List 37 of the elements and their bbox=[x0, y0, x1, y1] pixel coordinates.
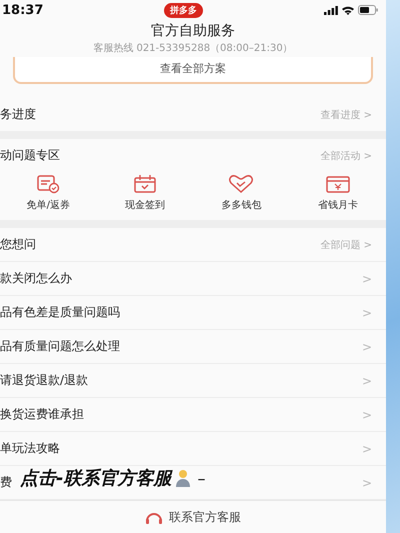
question-text[interactable]: 品有质量问题怎么处理 bbox=[0, 338, 120, 356]
calendar-icon bbox=[132, 174, 157, 194]
battery-icon bbox=[358, 5, 378, 16]
card-icon bbox=[324, 174, 351, 194]
signal-icon bbox=[324, 6, 338, 15]
app-badge: 拼多多 bbox=[164, 2, 204, 18]
question-text[interactable]: 品有色差是质量问题吗 bbox=[0, 304, 120, 322]
page-title: 官方自助服务 bbox=[151, 22, 235, 40]
caption-dash: – bbox=[197, 468, 206, 488]
question-text[interactable]: 款关闭怎么办 bbox=[0, 270, 72, 288]
caption-text: 点击-联系官方客服 bbox=[20, 467, 172, 490]
status-time: 18:37 bbox=[2, 2, 44, 18]
section-title: 您想问 bbox=[0, 236, 36, 254]
question-text[interactable]: 单玩法攻略 bbox=[0, 440, 60, 458]
section-title: 动问题专区 bbox=[0, 147, 60, 164]
activity-label[interactable]: 多多钱包 bbox=[221, 198, 262, 212]
chevron-icon: > bbox=[362, 374, 372, 388]
chevron-icon: > bbox=[362, 408, 372, 422]
question-text[interactable]: 换货运费谁承担 bbox=[0, 406, 84, 424]
chevron-icon: > bbox=[362, 442, 372, 456]
chevron-icon: > bbox=[362, 340, 372, 354]
section-title: 务进度 bbox=[0, 106, 36, 124]
chevron-icon: > bbox=[362, 476, 372, 490]
question-text[interactable]: 费 bbox=[0, 474, 12, 492]
heart-icon bbox=[228, 174, 254, 194]
chevron-icon: > bbox=[362, 306, 372, 320]
chevron-icon: > bbox=[362, 272, 372, 286]
view-plans-link[interactable]: 查看全部方案 bbox=[13, 57, 373, 84]
headset-icon bbox=[145, 510, 163, 524]
question-text[interactable]: 请退货退款/退款 bbox=[0, 372, 88, 390]
activity-label[interactable]: 免单/返券 bbox=[26, 198, 70, 212]
hotline-text: 客服热线 021-53395288（08:00–21:30） bbox=[93, 42, 293, 56]
coupon-icon bbox=[36, 174, 60, 194]
activity-label[interactable]: 现金签到 bbox=[124, 198, 165, 212]
activity-label[interactable]: 省钱月卡 bbox=[318, 198, 358, 212]
wifi-icon bbox=[342, 6, 354, 15]
contact-service-link[interactable]: 联系官方客服 bbox=[169, 508, 241, 526]
